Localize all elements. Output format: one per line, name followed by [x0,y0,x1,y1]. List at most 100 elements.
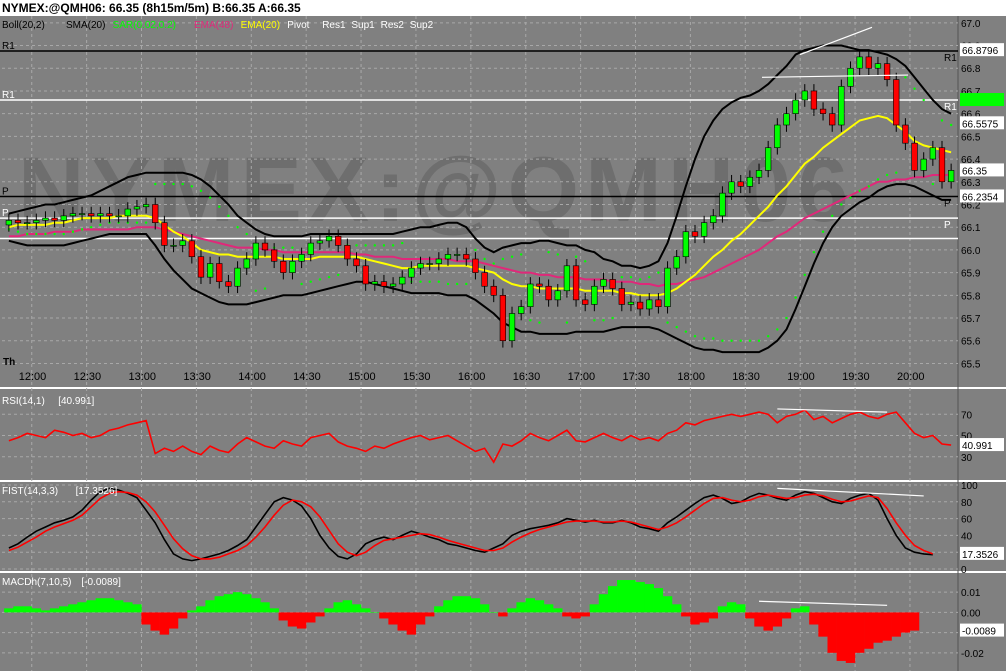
up-candle [719,192,726,217]
macd-bar-negative [296,612,307,629]
sar-dot [144,221,148,224]
oscillator-axis-tick: 70 [961,410,973,421]
down-candle [216,263,223,283]
macd-bar-negative [168,612,179,629]
legend-item: [40.991] [58,396,94,407]
time-axis-tick: 18:30 [732,371,760,383]
up-candle [316,240,324,244]
sar-dot [730,339,733,342]
sar-dot [492,262,495,265]
macd-bar-positive [77,602,87,613]
time-axis-tick: 17:30 [623,371,651,383]
legend-item: Boll(20,2) [2,20,45,31]
sar-dot [748,339,752,342]
sar-dot [71,230,75,233]
oscillator-axis-tick: -0.02 [961,649,984,660]
rsi-line [8,409,952,464]
divergence-line [777,487,924,497]
down-candle [911,142,918,171]
macd-bar-positive [196,606,206,613]
down-candle [829,113,836,126]
macd-bar-positive [132,604,142,613]
macd-bar-negative [745,612,755,619]
up-candle [133,206,141,210]
macd-bar-positive [653,588,664,613]
down-candle [655,299,662,307]
sar-dot [739,339,742,342]
last-value-text: -0.0089 [962,627,996,638]
up-candle [399,276,406,285]
sar-dot [465,282,468,286]
macd-bar-negative [388,612,398,625]
up-candle [33,220,40,223]
macd-bar-negative [873,612,883,643]
up-candle [206,263,214,278]
sar-dot [574,255,578,258]
up-candle [453,254,461,256]
sar-dot [867,185,871,188]
price-axis-tick: 65.8 [961,291,981,302]
down-candle [261,242,269,251]
macd-bar-negative [424,612,435,617]
macd-bar-negative [397,612,407,631]
sar-dot [53,232,56,236]
macd-bar-positive [790,608,801,613]
macd-bar-positive [342,600,353,613]
down-candle [106,213,113,217]
legend-item: [-0.0089] [81,577,121,588]
time-axis-tick: 19:30 [842,371,870,383]
up-candle [874,63,882,69]
down-candle [938,147,946,183]
legend-item: EMA(20) [241,20,280,31]
time-axis-tick: 17:00 [568,371,596,383]
up-candle [24,222,31,224]
macd-bar-negative [900,612,911,633]
macd-bar-positive [671,604,682,613]
sar-dot [629,275,633,279]
down-candle [636,301,644,310]
macd-bar-negative [818,612,828,637]
sar-dot [382,244,386,247]
time-axis-tick: 16:30 [513,371,541,383]
sar-dot [849,196,852,199]
up-candle [234,267,241,287]
up-candle [435,258,442,264]
down-candle [490,285,497,296]
macd-bar-positive [461,596,472,613]
macd-bar-positive [59,606,69,613]
up-candle [298,254,305,262]
pivot-level-label: R1 [944,53,957,64]
pivot-level-label: P [944,220,951,231]
legend-item: SMA(20) [66,20,105,31]
macd-bar-negative [141,612,151,625]
sar-dot [721,339,724,342]
up-candle [527,283,534,307]
macd-bar-positive [214,596,224,613]
up-candle [426,263,433,265]
up-candle [801,90,808,101]
macd-bar-positive [507,608,517,613]
down-candle [197,256,205,278]
macd-bar-positive [607,586,618,613]
macd-bar-positive [86,600,96,613]
sar-dot [401,241,404,245]
symbol-quote-bar: NYMEX:@QMH06: 66.35 (8h15m/5m) B:66.35 A… [0,0,1006,16]
macd-bar-positive [443,600,453,613]
down-candle [902,124,909,144]
sar-dot [300,282,303,286]
legend-item: FIST(14,3,3) [2,486,58,497]
sar-dot [199,189,203,193]
down-candle [536,283,543,287]
down-candle [737,181,744,187]
stoch-k-line [8,487,933,562]
macd-bar-positive [488,612,499,613]
down-candle [609,279,616,289]
sar-dot [904,76,907,79]
time-axis-tick: 15:30 [403,371,431,383]
sar-dot [172,182,175,186]
sar-dot [154,182,157,186]
sar-dot [858,189,861,193]
sar-dot [291,246,294,249]
sar-dot [190,185,194,188]
sar-dot [80,228,84,231]
